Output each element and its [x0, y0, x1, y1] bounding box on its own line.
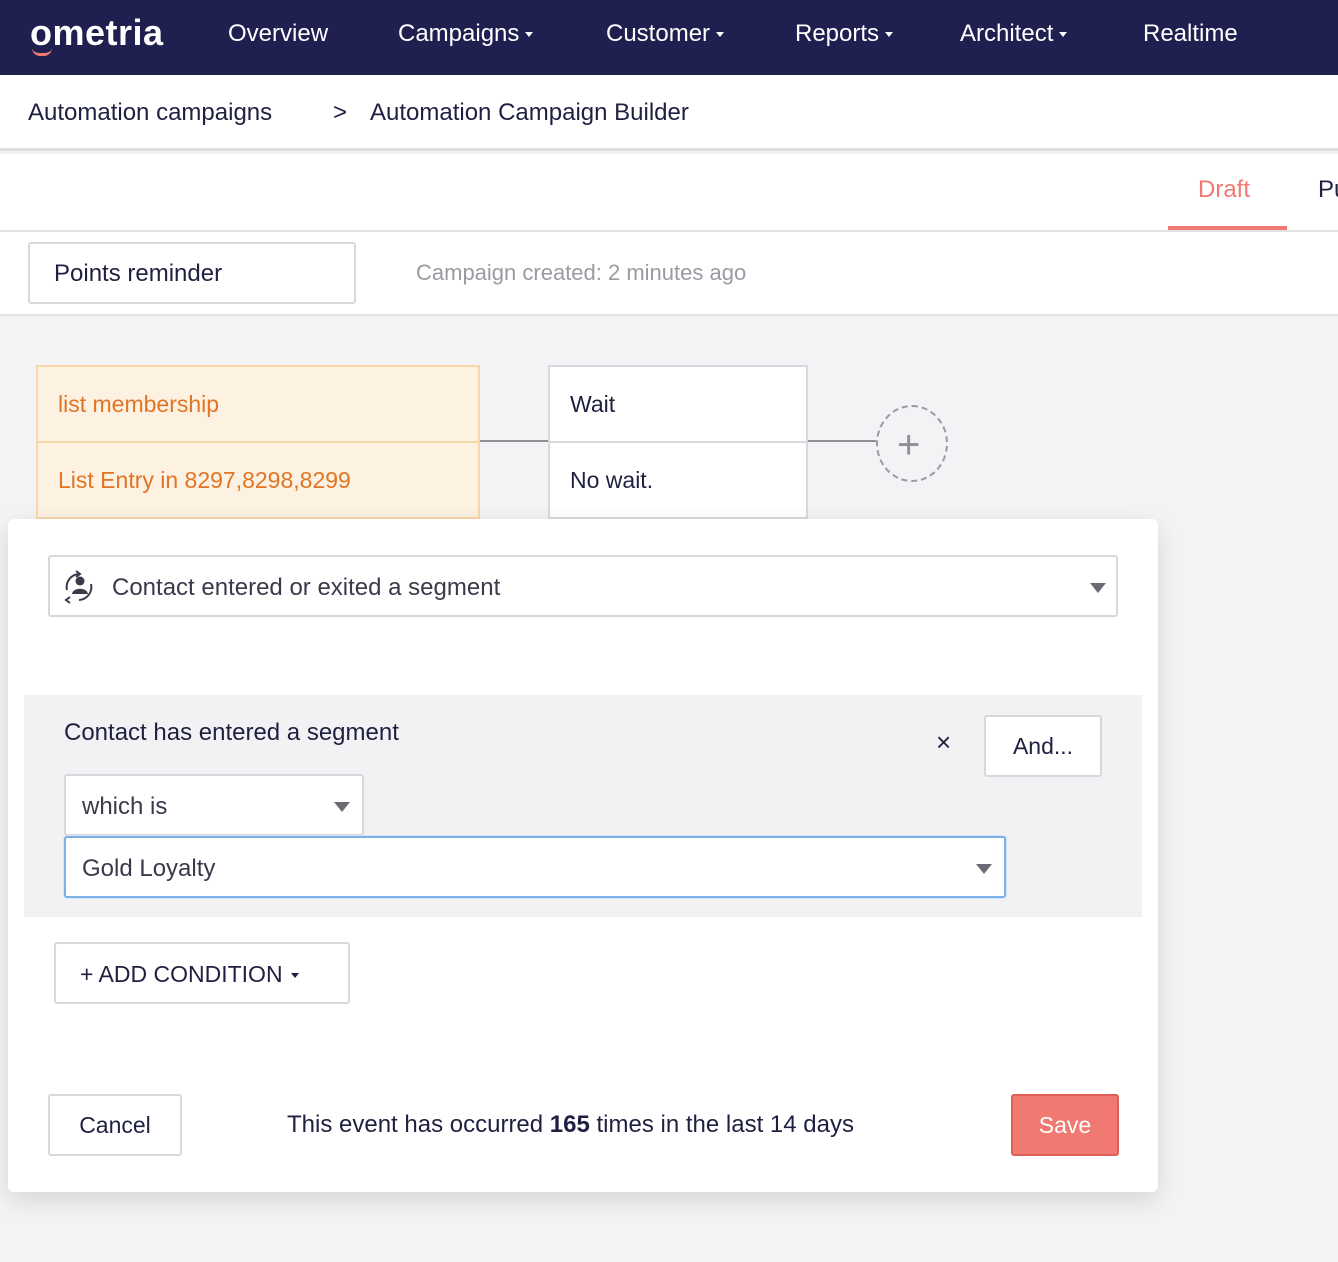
trigger-editor-panel: Contact entered or exited a segment Cont… — [8, 519, 1158, 1192]
campaign-name-field[interactable]: Points reminder — [28, 242, 356, 304]
and-button[interactable]: And... — [984, 715, 1102, 777]
wait-node-title: Wait — [550, 367, 806, 443]
operator-select[interactable]: which is — [64, 774, 364, 836]
status-tab-bar: Draft Pu — [0, 154, 1338, 232]
wait-node-detail: No wait. — [570, 467, 654, 493]
caret-down-icon — [885, 32, 894, 38]
trigger-node-title: list membership — [38, 367, 478, 443]
nav-customer[interactable]: Customer — [606, 20, 725, 48]
cancel-button[interactable]: Cancel — [48, 1094, 182, 1156]
condition-title: Contact has entered a segment — [64, 719, 399, 746]
dropdown-arrow-icon — [334, 802, 350, 812]
breadcrumb-parent-link[interactable]: Automation campaigns — [28, 99, 272, 127]
caret-down-icon — [290, 973, 299, 979]
caret-down-icon — [525, 32, 534, 38]
flow-connector — [808, 440, 876, 442]
tab-draft[interactable]: Draft — [1198, 176, 1250, 204]
breadcrumb-separator: > — [333, 99, 348, 126]
remove-condition-close-icon[interactable]: × — [936, 729, 951, 755]
trigger-node[interactable]: list membership List Entry in 8297,8298,… — [36, 365, 480, 519]
nav-reports[interactable]: Reports — [795, 20, 894, 48]
caret-down-icon — [716, 32, 725, 38]
segment-value: Gold Loyalty — [82, 855, 216, 882]
top-navbar: ometria Overview Campaigns Customer Repo… — [0, 0, 1338, 75]
flow-connector — [480, 440, 548, 442]
tab-published[interactable]: Pu — [1318, 176, 1338, 204]
campaign-header: Points reminder Campaign created: 2 minu… — [0, 232, 1338, 316]
breadcrumb: Automation campaigns > Automation Campai… — [0, 75, 1338, 151]
campaign-created-text: Campaign created: 2 minutes ago — [416, 260, 747, 285]
save-button[interactable]: Save — [1011, 1094, 1119, 1156]
operator-value: which is — [82, 793, 168, 820]
nav-realtime[interactable]: Realtime — [1143, 20, 1238, 48]
segment-select[interactable]: Gold Loyalty — [64, 836, 1006, 898]
segment-person-icon — [64, 570, 93, 604]
plus-icon: + — [897, 423, 921, 467]
event-occurrence-text: This event has occurred 165 times in the… — [287, 1111, 854, 1138]
add-condition-button[interactable]: + ADD CONDITION — [54, 942, 350, 1004]
dropdown-arrow-icon — [1090, 583, 1106, 593]
event-type-select[interactable]: Contact entered or exited a segment — [48, 555, 1118, 617]
active-tab-indicator — [1168, 226, 1287, 230]
dropdown-arrow-icon — [976, 864, 992, 874]
logo-smile-mark — [32, 48, 52, 56]
wait-node[interactable]: Wait No wait. — [548, 365, 808, 519]
breadcrumb-current: Automation Campaign Builder — [370, 99, 689, 126]
trigger-node-detail: List Entry in 8297,8298,8299 — [58, 467, 351, 493]
event-type-value: Contact entered or exited a segment — [112, 574, 501, 601]
nav-overview[interactable]: Overview — [228, 20, 328, 48]
caret-down-icon — [1059, 32, 1068, 38]
nav-architect[interactable]: Architect — [960, 20, 1068, 48]
nav-campaigns[interactable]: Campaigns — [398, 20, 534, 48]
condition-group: Contact has entered a segment × And... w… — [24, 695, 1142, 917]
event-occurrence-count: 165 — [549, 1111, 590, 1138]
add-step-button[interactable]: + — [876, 405, 948, 482]
